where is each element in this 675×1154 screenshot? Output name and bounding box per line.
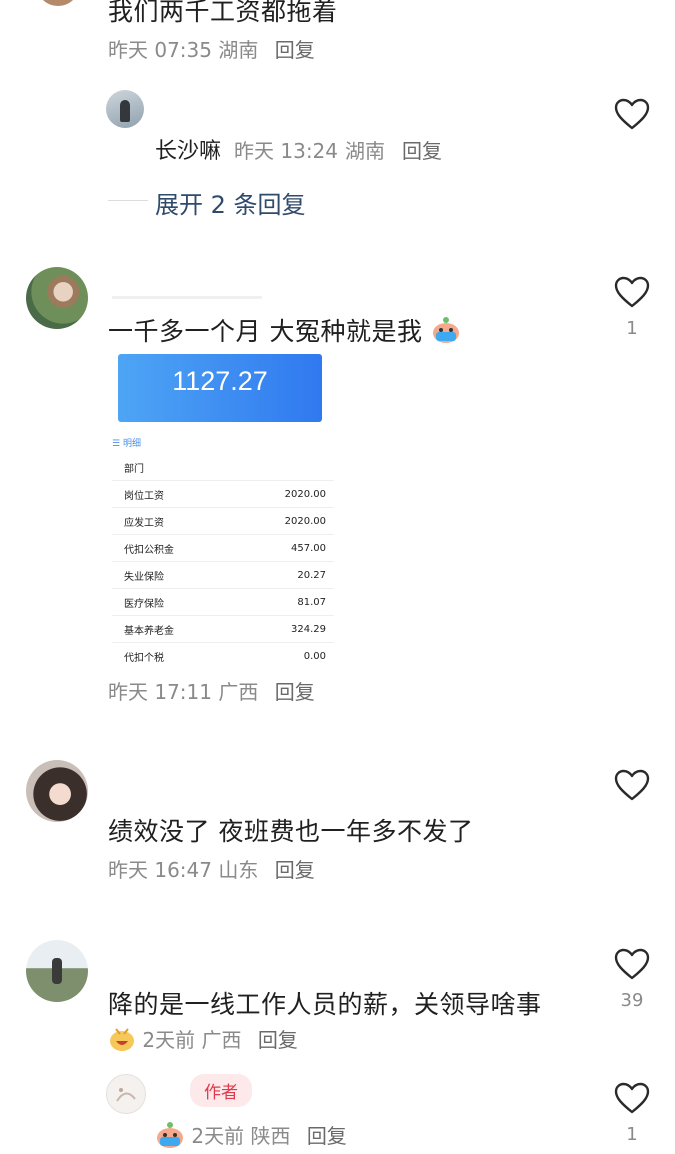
comment-location: 广西 [218,680,259,704]
reply-meta: 2天前 陕西 回复 [155,1120,347,1154]
heart-outline-icon [614,948,650,980]
avatar-author[interactable] [106,1074,146,1114]
like-button[interactable] [614,948,650,980]
reply-button[interactable]: 回复 [307,1124,347,1148]
expand-replies-button[interactable]: 展开 2 条回复 [155,185,306,220]
comment-meta: 昨天 16:47 山东 回复 [108,854,315,883]
comment-meta: 昨天 07:35 湖南 回复 [108,34,315,63]
comment-text: 降的是一线工作人员的薪，关领导啥事 [108,990,542,1019]
crying-face-emoji [155,1121,185,1154]
comment-location: 山东 [218,858,259,882]
comment-image[interactable]: 1127.27 ☰ 明细 部门 岗位工资 2020.00 应发工资 2020.00 … [112,350,336,666]
comment-text: 我们两千工资都拖着 [108,0,338,26]
comment-location: 湖南 [218,38,259,62]
reply-button[interactable]: 回复 [402,139,442,163]
like-count: 39 [620,990,644,1011]
comment-text: 一千多一个月 大冤种就是我 [108,317,423,346]
comment-time: 昨天 17:11 [108,680,212,704]
comment-meta: 昨天 17:11 广西 回复 [108,676,315,705]
heart-outline-icon [614,98,650,130]
table-row: 代扣公积金 457.00 [112,535,334,562]
reply-time: 昨天 13:24 [234,139,339,163]
like-button[interactable] [614,769,650,801]
avatar-comment-4[interactable] [26,940,88,1002]
avatar-top[interactable] [36,0,80,6]
comment-time: 昨天 07:35 [108,38,212,62]
table-row: 代扣个税 0.00 [124,650,326,664]
table-row: 医疗保险 81.07 [112,589,334,616]
crying-face-emoji [431,316,461,350]
reply-time: 2天前 [191,1124,245,1148]
author-badge: 作者 [190,1074,252,1107]
reply-author[interactable]: 长沙嘛 [155,139,221,164]
detail-header: ☰ 明细 [112,436,141,449]
heart-outline-icon [614,276,650,308]
like-button[interactable] [614,98,650,130]
reply-button[interactable]: 回复 [275,680,315,704]
table-row: 失业保险 20.27 [112,562,334,589]
avatar-comment-2[interactable] [26,267,88,329]
reply-button[interactable]: 回复 [258,1028,298,1052]
table-row: 应发工资 2020.00 [112,508,334,535]
list-icon: ☰ [112,439,123,449]
comment-time: 昨天 16:47 [108,858,212,882]
detail-title: 明细 [122,439,141,449]
comment-meta: 2天前 广西 回复 [108,1024,298,1057]
heart-outline-icon [614,1082,650,1114]
comment-location: 广西 [201,1028,242,1052]
table-row: 部门 [112,454,334,481]
expand-divider [108,200,148,201]
comment-text: 绩效没了 夜班费也一年多不发了 [108,817,474,846]
table-row: 基本养老金 324.29 [112,616,334,643]
comment-time: 2天前 [142,1028,196,1052]
reply-location: 陕西 [250,1124,291,1148]
like-count: 1 [626,318,638,339]
username-hidden [112,296,262,299]
like-count: 1 [626,1124,638,1145]
avatar-comment-3[interactable] [26,760,88,822]
salary-table: 部门 岗位工资 2020.00 应发工资 2020.00 代扣公积金 457.00 失… [112,454,334,669]
laughing-face-emoji [108,1026,136,1057]
table-row: 岗位工资 2020.00 [112,481,334,508]
avatar-reply[interactable] [106,90,144,128]
like-button[interactable] [614,1082,650,1114]
like-button[interactable] [614,276,650,308]
amount-banner: 1127.27 [118,354,322,422]
comment-text-row: 一千多一个月 大冤种就是我 [108,312,461,350]
reply-location: 湖南 [345,139,386,163]
reply-row: 长沙嘛 昨天 13:24 湖南 回复 [155,133,442,165]
reply-button[interactable]: 回复 [275,858,315,882]
amount-value: 1127.27 [172,366,268,396]
heart-outline-icon [614,769,650,801]
reply-button[interactable]: 回复 [275,38,315,62]
